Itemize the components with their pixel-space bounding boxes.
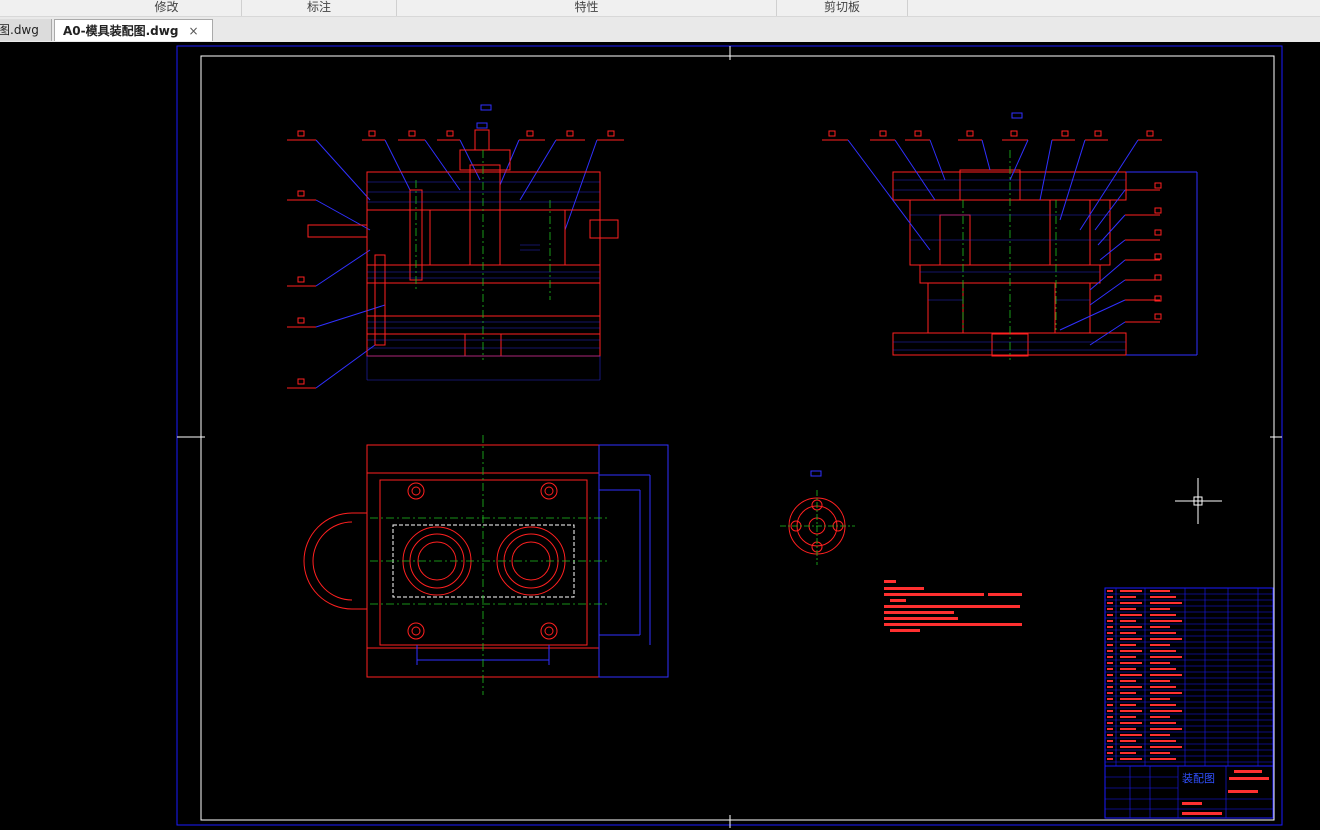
- plan-view: [303, 435, 669, 695]
- tab-label: A0-模具装配图.dwg: [63, 24, 179, 38]
- ribbon-group-properties[interactable]: 特性: [397, 0, 777, 16]
- ribbon-group-modify[interactable]: 修改: [92, 0, 242, 16]
- tab-assembly-drawing[interactable]: A0-模具装配图.dwg ×: [54, 19, 213, 41]
- crosshair-cursor: [1175, 478, 1222, 524]
- ribbon-group-label: 剪切板: [823, 0, 860, 14]
- tab-drawing-1[interactable]: 图.dwg: [0, 19, 52, 41]
- title-block: 装配图: [1104, 765, 1274, 819]
- ribbon-group-clipboard[interactable]: 剪切板: [777, 0, 908, 16]
- ribbon-group-dimension[interactable]: 标注: [242, 0, 397, 16]
- side-section-view: [822, 112, 1198, 360]
- front-section-view: [287, 104, 624, 389]
- cad-drawing: 装配图: [176, 45, 1283, 828]
- ribbon-group-label: 标注: [306, 0, 331, 14]
- technical-notes: [884, 580, 1022, 632]
- inner-border: [200, 55, 1275, 821]
- drawing-canvas[interactable]: 装配图: [0, 42, 1320, 830]
- close-icon[interactable]: ×: [188, 24, 198, 38]
- document-tab-bar: 图.dwg A0-模具装配图.dwg ×: [0, 17, 1320, 43]
- parts-list-table: [1104, 587, 1274, 767]
- detail-part-view: [780, 470, 855, 565]
- tab-label: 图.dwg: [0, 23, 39, 37]
- title-block-name: 装配图: [1182, 772, 1215, 785]
- ribbon-bar: 修改 标注 特性 剪切板: [0, 0, 1320, 17]
- ribbon-group-label: 修改: [154, 0, 179, 14]
- ribbon-group-label: 特性: [574, 0, 599, 14]
